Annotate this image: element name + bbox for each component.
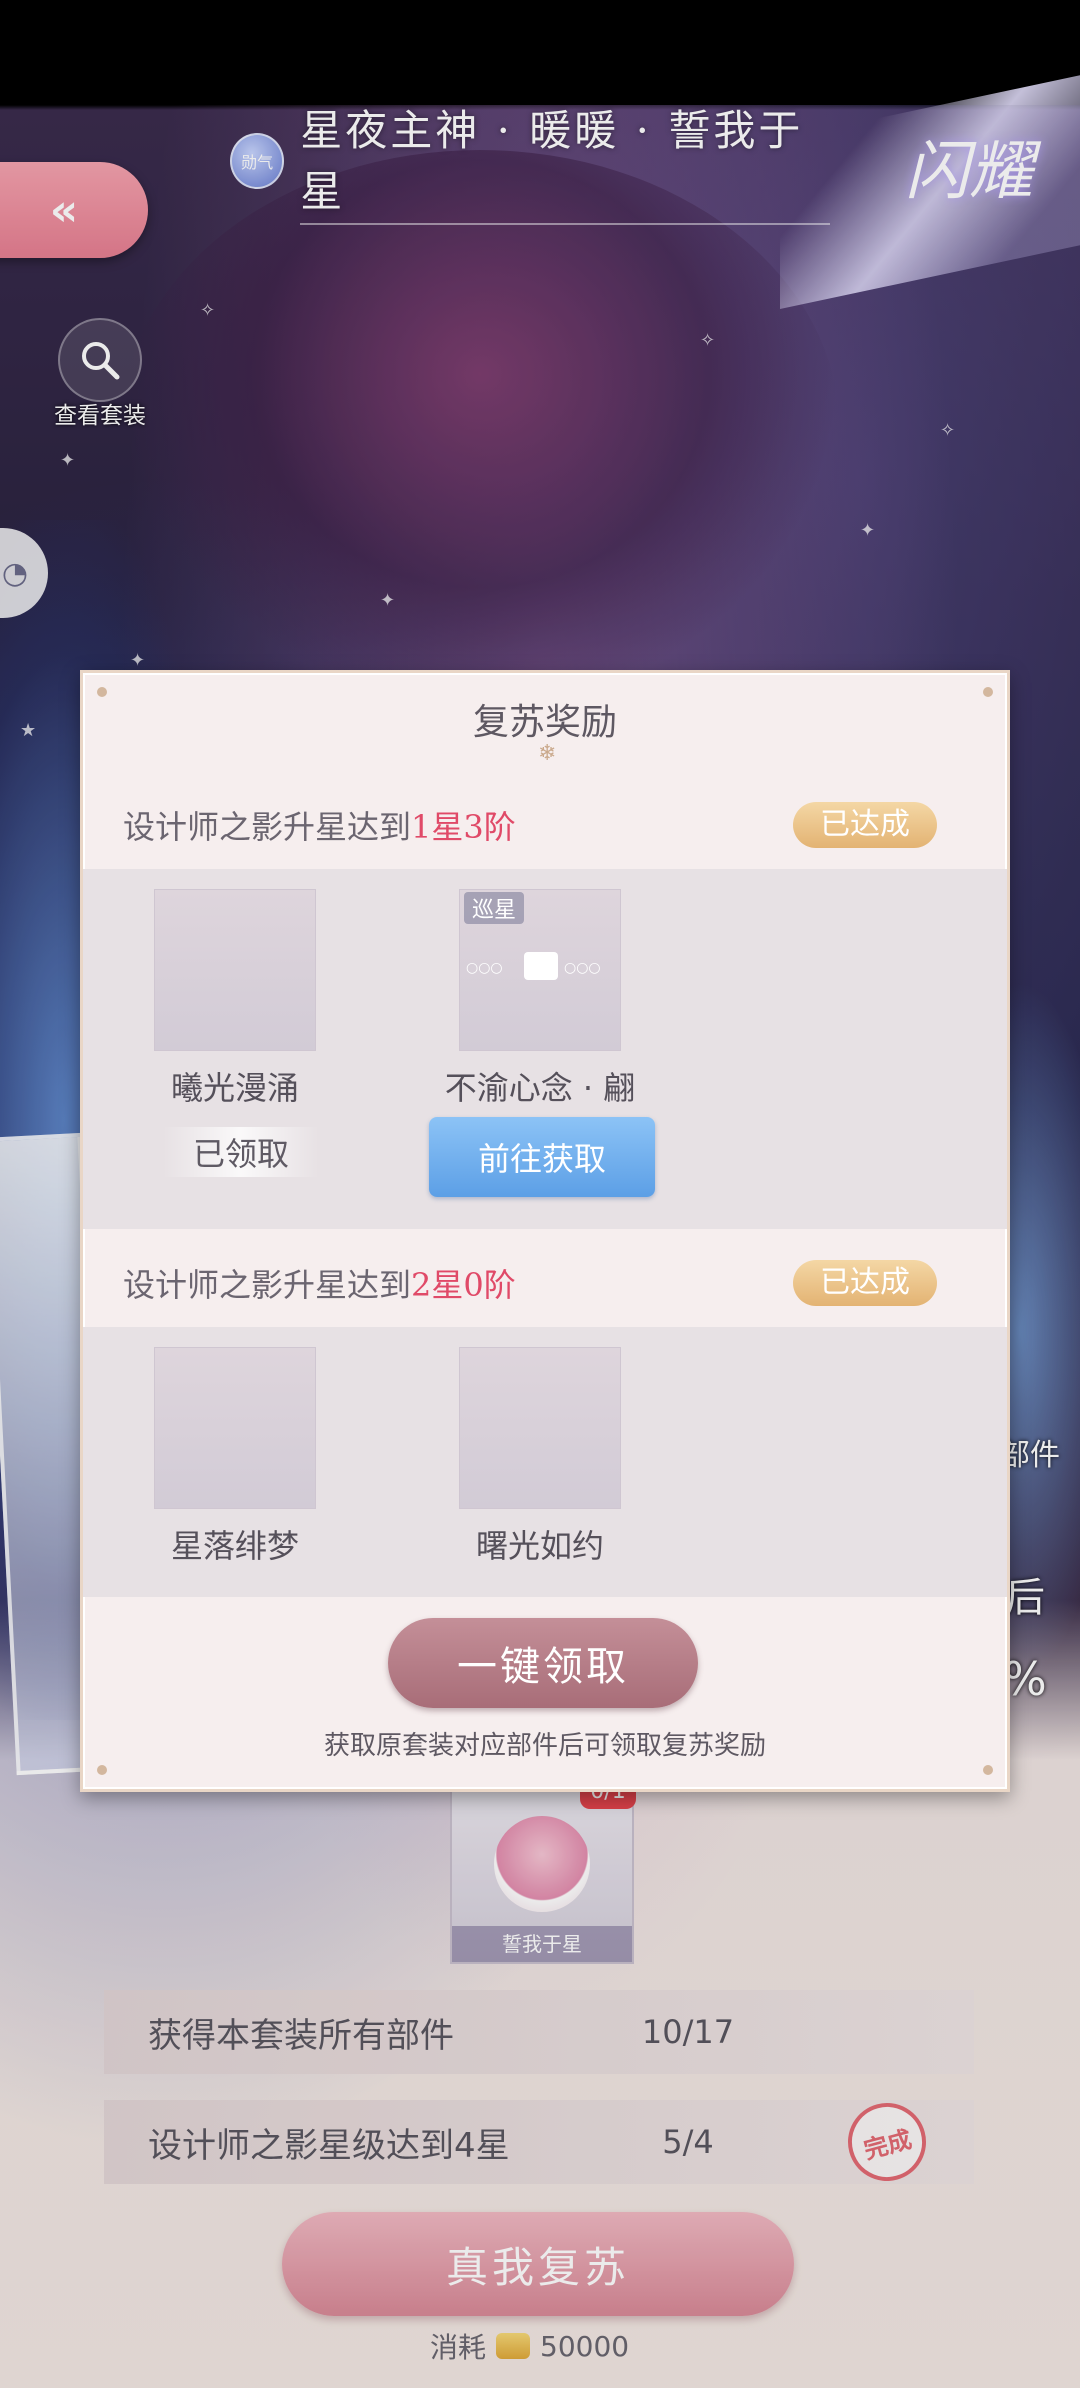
reward-item[interactable]: 星落绯梦	[150, 1347, 320, 1567]
reward-item[interactable]: 巡星 ○○○ ○○○ 不渝心念 · 翩	[445, 889, 635, 1109]
reward-item[interactable]: 曦光漫涌	[150, 889, 320, 1109]
lock-icon	[524, 952, 558, 980]
claim-all-button[interactable]: 一键领取	[388, 1618, 698, 1708]
item-name: 曦光漫涌	[170, 1069, 299, 1107]
reward-section-header: 设计师之影升星达到2星0阶 已达成	[83, 1243, 1007, 1323]
game-background: ✦ ✧ ✦ ✧ ✦ ✧ ★ ✦ 闪耀 勋气 星夜主神 · 暖暖 · 誓我于星 «…	[0, 0, 1080, 2388]
status-bar	[0, 0, 1080, 105]
reward-items: 曦光漫涌 巡星 ○○○ ○○○ 不渝心念 · 翩 已领取 前往获取	[83, 869, 1007, 1229]
item-thumbnail	[459, 1347, 621, 1509]
reward-items: 星落绯梦 曙光如约	[83, 1327, 1007, 1597]
dialog-title: 复苏奖励	[472, 702, 617, 743]
corner-decoration	[97, 1765, 107, 1775]
patrol-tag: 巡星	[464, 892, 525, 924]
achieved-badge: 已达成	[793, 802, 937, 848]
item-name: 曙光如约	[475, 1527, 604, 1565]
section-condition: 设计师之影升星达到2星0阶	[123, 1266, 516, 1304]
revival-reward-dialog: 复苏奖励 ❄ 设计师之影升星达到1星3阶 已达成 曦光漫涌 巡星 ○○○ ○○○…	[80, 670, 1010, 1792]
chain-decoration: ○○○	[564, 960, 601, 976]
go-obtain-button[interactable]: 前往获取	[429, 1117, 655, 1197]
item-thumbnail: 巡星 ○○○ ○○○	[459, 889, 621, 1051]
reward-item[interactable]: 曙光如约	[455, 1347, 625, 1567]
item-name: 星落绯梦	[170, 1527, 299, 1565]
claimed-label: 已领取	[163, 1127, 320, 1177]
item-thumbnail	[154, 889, 316, 1051]
item-name: 不渝心念 · 翩	[444, 1069, 636, 1107]
corner-decoration	[983, 1765, 993, 1775]
claim-hint: 获取原套装对应部件后可领取复苏奖励	[323, 1731, 766, 1761]
snowflake-icon: ❄	[538, 741, 557, 766]
reward-section-header: 设计师之影升星达到1星3阶 已达成	[83, 785, 1007, 865]
section-condition: 设计师之影升星达到1星3阶	[123, 808, 516, 846]
achieved-badge: 已达成	[793, 1260, 937, 1306]
chain-decoration: ○○○	[466, 960, 503, 976]
item-thumbnail	[154, 1347, 316, 1509]
